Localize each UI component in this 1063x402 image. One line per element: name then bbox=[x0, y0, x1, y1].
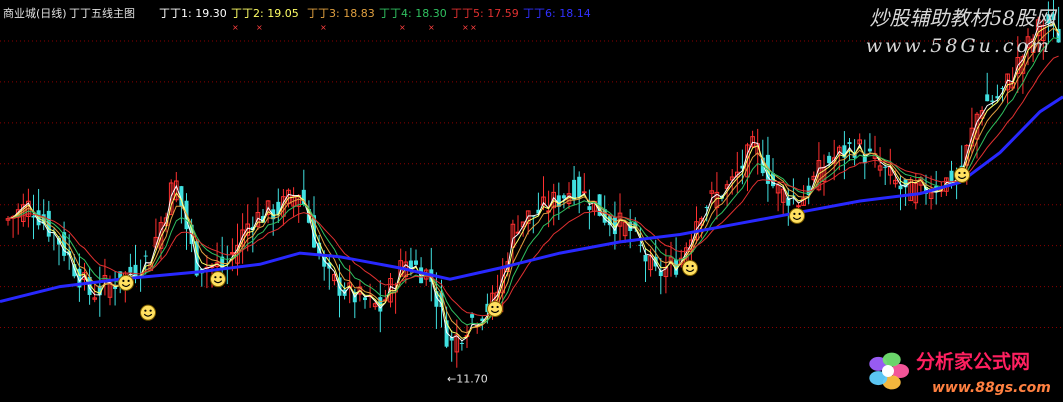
header-cross-marker-3: × bbox=[399, 23, 406, 32]
smiley-eye-right bbox=[963, 171, 966, 175]
smiley-marker-6 bbox=[954, 166, 970, 183]
candle-body-24 bbox=[128, 266, 133, 273]
smiley-face bbox=[118, 274, 134, 291]
smiley-marker-3 bbox=[487, 300, 503, 317]
smiley-marker-4 bbox=[682, 260, 698, 276]
flower-center bbox=[882, 365, 894, 377]
candle-body-89 bbox=[459, 342, 464, 344]
candle-body-165 bbox=[847, 142, 852, 144]
legend-item-5: 丁丁4: 18.30 bbox=[379, 7, 447, 20]
smiley-eye-left bbox=[214, 276, 217, 279]
smiley-face bbox=[789, 207, 805, 224]
candle-body-169 bbox=[867, 148, 872, 152]
candle-body-113 bbox=[582, 191, 587, 194]
low-price-label: ←11.70 bbox=[447, 373, 488, 386]
header-cross-marker-1: × bbox=[256, 23, 263, 32]
candle-body-125 bbox=[643, 254, 648, 262]
smiley-eye-left bbox=[958, 171, 961, 175]
smiley-face bbox=[682, 260, 698, 276]
candle-body-70 bbox=[363, 297, 367, 301]
header-cross-marker-4: × bbox=[428, 23, 435, 32]
smiley-eye-left bbox=[793, 212, 796, 215]
grid-lines bbox=[0, 40, 1063, 329]
watermark-top-line2: www.58Gu.com bbox=[866, 35, 1052, 57]
watermarks: 炒股辅助教材58股网 www.58Gu.com 分析家公式网 www.88gs.com bbox=[866, 6, 1058, 396]
smiley-face bbox=[954, 166, 970, 183]
smiley-face bbox=[487, 300, 503, 317]
annotations: ←11.70 bbox=[447, 373, 488, 386]
ma-line-6 bbox=[0, 95, 1063, 303]
candle-body-155 bbox=[796, 205, 801, 208]
candle-body-80 bbox=[414, 260, 418, 265]
moving-averages bbox=[0, 20, 1063, 342]
smiley-eye-right bbox=[496, 305, 499, 309]
candle-body-192 bbox=[985, 94, 990, 102]
header-legend: 商业城(日线) 丁丁五线主图 丁丁1: 19.30 丁丁2: 19.05 丁丁3: 18… bbox=[3, 6, 591, 32]
candle-body-91 bbox=[470, 314, 475, 318]
legend-item-2: 丁丁1: 19.30 bbox=[159, 7, 227, 20]
flower-petal-4 bbox=[882, 352, 901, 367]
smiley-eye-right bbox=[149, 309, 152, 312]
legend-item-0: 商业城(日线) bbox=[3, 6, 67, 20]
candle-body-44 bbox=[230, 252, 235, 255]
legend-item-6: 丁丁5: 17.59 bbox=[451, 7, 519, 20]
candle-body-161 bbox=[827, 155, 832, 164]
legend-item-4: 丁丁3: 18.83 bbox=[307, 7, 375, 20]
header-cross-marker-2: × bbox=[320, 23, 327, 32]
legend-item-1: 丁丁五线主图 bbox=[69, 6, 135, 20]
smiley-eye-right bbox=[127, 279, 130, 282]
legend-item-7: 丁丁6: 18.14 bbox=[523, 7, 591, 20]
candle-body-111 bbox=[572, 179, 577, 200]
smiley-eye-left bbox=[686, 264, 689, 268]
smiley-marker-2 bbox=[210, 271, 226, 288]
legend-item-3: 丁丁2: 19.05 bbox=[231, 7, 299, 20]
candle-body-193 bbox=[990, 100, 995, 102]
header-cross-marker-0: × bbox=[232, 23, 239, 32]
smiley-face bbox=[210, 271, 226, 288]
ma-line-2 bbox=[7, 22, 1060, 339]
candle-body-112 bbox=[577, 176, 582, 198]
candle-body-27 bbox=[143, 255, 148, 257]
header-cross-marker-5: × bbox=[462, 23, 469, 32]
watermark-bottom-line2: www.88gs.com bbox=[932, 380, 1051, 396]
candle-body-124 bbox=[638, 244, 643, 246]
watermark-bottom-line1: 分析家公式网 bbox=[916, 350, 1030, 373]
chart-area: ←11.70 商业城(日线) 丁丁五线主图 丁丁1: 19.30 丁丁2: 19.05… bbox=[0, 0, 1063, 402]
candle-body-175 bbox=[898, 185, 903, 190]
candle-body-172 bbox=[883, 166, 888, 168]
smiley-eye-right bbox=[219, 276, 222, 279]
watermark-top-line1: 炒股辅助教材58股网 bbox=[870, 6, 1058, 30]
candle-body-114 bbox=[587, 206, 592, 210]
candlestick-chart: ←11.70 商业城(日线) 丁丁五线主图 丁丁1: 19.30 丁丁2: 19.05… bbox=[0, 0, 1063, 396]
smiley-marker-1 bbox=[140, 304, 156, 321]
flower-logo-icon bbox=[869, 352, 909, 390]
smiley-eye-right bbox=[798, 212, 801, 215]
smiley-marker-0 bbox=[118, 274, 134, 291]
smiley-eye-left bbox=[144, 309, 147, 312]
header-cross-marker-6: × bbox=[470, 23, 477, 32]
candle-body-109 bbox=[561, 195, 566, 199]
smiley-eye-right bbox=[691, 264, 694, 268]
smiley-eye-left bbox=[122, 279, 125, 282]
ma-line-3 bbox=[7, 27, 1059, 334]
smiley-eye-left bbox=[491, 305, 494, 309]
smiley-face bbox=[140, 304, 156, 321]
smiley-marker-5 bbox=[789, 207, 805, 224]
candle-body-5 bbox=[31, 215, 36, 218]
